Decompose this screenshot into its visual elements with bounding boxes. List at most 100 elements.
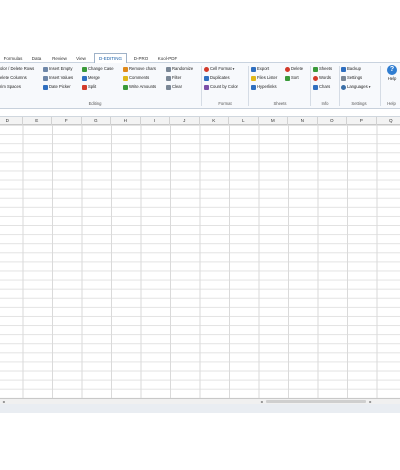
scroll-thumb[interactable] bbox=[266, 400, 366, 403]
split-button[interactable]: Split bbox=[82, 83, 96, 91]
filter-button[interactable]: Filter bbox=[166, 74, 181, 82]
change-case-button[interactable]: Change Case bbox=[82, 65, 114, 73]
hyperlinks-button[interactable]: Hyperlinks bbox=[251, 83, 277, 91]
column-header-m[interactable]: M bbox=[259, 117, 288, 125]
words-count-button[interactable]: Words bbox=[313, 74, 331, 82]
count-by-color-icon bbox=[204, 84, 209, 90]
insert-values-button[interactable]: Insert Values bbox=[43, 74, 73, 82]
merge-label: Merge bbox=[88, 75, 100, 80]
column-header-l[interactable]: L bbox=[229, 117, 259, 125]
status-bar bbox=[0, 404, 400, 413]
sheets-icon bbox=[313, 66, 318, 72]
files-lister-icon bbox=[251, 75, 256, 81]
group-separator bbox=[310, 66, 311, 106]
dropdown-arrow-icon: ▾ bbox=[368, 85, 371, 89]
cell-grid[interactable] bbox=[0, 125, 400, 398]
merge-icon bbox=[82, 75, 87, 81]
files-lister-button[interactable]: Files Lister bbox=[251, 74, 277, 82]
column-headers: D E F G H I J K L M N O P Q bbox=[0, 117, 400, 125]
export-label: Export bbox=[257, 66, 270, 71]
column-header-n[interactable]: N bbox=[288, 117, 318, 125]
remove-chars-label: Remove chars bbox=[129, 66, 156, 71]
column-header-o[interactable]: O bbox=[318, 117, 347, 125]
count-by-color-button[interactable]: Count by Color bbox=[204, 83, 238, 91]
languages-label: Languages bbox=[347, 84, 368, 89]
delete-icon bbox=[285, 66, 290, 72]
column-header-g[interactable]: G bbox=[82, 117, 111, 125]
column-header-q[interactable]: Q bbox=[377, 117, 400, 125]
sort-button[interactable]: Sort bbox=[285, 74, 299, 82]
group-separator bbox=[201, 66, 202, 106]
hyperlinks-icon bbox=[251, 84, 256, 90]
spreadsheet-window: Formulas Data Review View D-EDITING D-PR… bbox=[0, 53, 400, 413]
duplicates-icon bbox=[204, 75, 209, 81]
cell-format-label: Cell Format bbox=[210, 66, 232, 71]
group-label-sheets: Sheets bbox=[273, 101, 287, 106]
dropdown-arrow-icon: ▾ bbox=[232, 67, 235, 71]
column-header-e[interactable]: E bbox=[23, 117, 52, 125]
delete-button[interactable]: Delete bbox=[285, 65, 303, 73]
clear-button[interactable]: Clear bbox=[166, 83, 182, 91]
files-lister-label: Files Lister bbox=[257, 75, 278, 80]
comments-button[interactable]: Comments bbox=[123, 74, 149, 82]
export-button[interactable]: Export bbox=[251, 65, 269, 73]
backup-label: Backup bbox=[347, 66, 361, 71]
insert-empty-button[interactable]: Insert Empty bbox=[43, 65, 73, 73]
date-picker-button[interactable]: Date Picker bbox=[43, 83, 71, 91]
randomize-button[interactable]: Randomize bbox=[166, 65, 193, 73]
clear-icon bbox=[166, 84, 171, 90]
backup-button[interactable]: Backup bbox=[341, 65, 361, 73]
sort-label: Sort bbox=[291, 75, 299, 80]
duplicates-button[interactable]: Duplicates bbox=[204, 74, 230, 82]
column-header-d[interactable]: D bbox=[0, 117, 23, 125]
settings-button[interactable]: Settings bbox=[341, 74, 362, 82]
calendar-icon bbox=[43, 84, 48, 90]
randomize-label: Randomize bbox=[172, 66, 194, 71]
formula-bar[interactable] bbox=[0, 110, 400, 117]
group-separator bbox=[248, 66, 249, 106]
ribbon: olor / Delete Rows elete Columns rim Spa… bbox=[0, 63, 400, 109]
write-amounts-label: Write Amounts bbox=[129, 84, 157, 89]
help-button[interactable]: ? Help bbox=[385, 65, 399, 89]
group-label-info: Info bbox=[321, 101, 329, 106]
column-header-j[interactable]: J bbox=[170, 117, 200, 125]
change-case-label: Change Case bbox=[88, 66, 114, 71]
words-icon bbox=[313, 75, 318, 81]
write-amounts-button[interactable]: Write Amounts bbox=[123, 83, 156, 91]
hyperlinks-label: Hyperlinks bbox=[257, 84, 277, 89]
sheets-count-button[interactable]: Sheets bbox=[313, 65, 332, 73]
change-case-icon bbox=[82, 66, 87, 72]
remove-chars-button[interactable]: Remove chars bbox=[123, 65, 156, 73]
filter-icon bbox=[166, 75, 171, 81]
globe-icon bbox=[341, 84, 346, 90]
split-icon bbox=[82, 84, 87, 90]
cell-format-button[interactable]: Cell Format ▾ bbox=[204, 65, 234, 73]
delete-label: Delete bbox=[291, 66, 304, 71]
write-amounts-icon bbox=[123, 84, 128, 90]
trim-spaces-button[interactable]: rim Spaces bbox=[0, 83, 21, 91]
filter-label: Filter bbox=[172, 75, 182, 80]
delete-columns-button[interactable]: elete Columns bbox=[0, 74, 27, 82]
screenshot-frame: Formulas Data Review View D-EDITING D-PR… bbox=[0, 0, 400, 470]
insert-values-icon bbox=[43, 75, 48, 81]
column-header-p[interactable]: P bbox=[347, 117, 377, 125]
merge-button[interactable]: Merge bbox=[82, 74, 100, 82]
delete-rows-button[interactable]: olor / Delete Rows bbox=[0, 65, 34, 73]
insert-values-label: Insert Values bbox=[49, 75, 74, 80]
column-header-k[interactable]: K bbox=[200, 117, 229, 125]
randomize-icon bbox=[166, 66, 171, 72]
column-header-i[interactable]: I bbox=[141, 117, 170, 125]
column-header-f[interactable]: F bbox=[52, 117, 82, 125]
group-label-format: Format bbox=[218, 101, 232, 106]
ribbon-tabs: Formulas Data Review View D-EDITING D-PR… bbox=[0, 53, 400, 64]
chars-count-button[interactable]: Chars bbox=[313, 83, 330, 91]
chars-icon bbox=[313, 84, 318, 90]
insert-empty-label: Insert Empty bbox=[49, 66, 73, 71]
column-header-h[interactable]: H bbox=[111, 117, 141, 125]
settings-label: Settings bbox=[347, 75, 363, 80]
clear-label: Clear bbox=[172, 84, 183, 89]
delete-columns-label: elete Columns bbox=[0, 75, 27, 80]
languages-button[interactable]: Languages ▾ bbox=[341, 83, 371, 91]
group-label-help: Help bbox=[387, 101, 396, 106]
sort-icon bbox=[285, 75, 290, 81]
